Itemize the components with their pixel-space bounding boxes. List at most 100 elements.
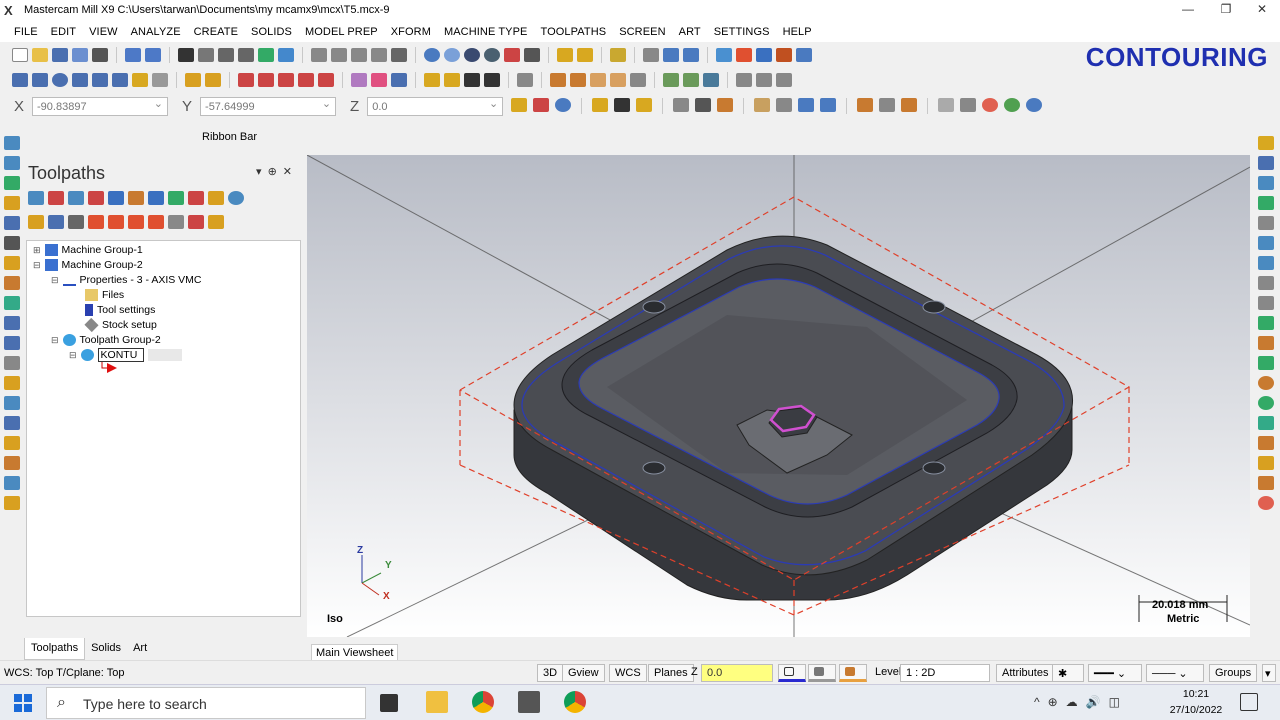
- tree-item-machine-group-2[interactable]: ⊟ Machine Group-2: [33, 259, 143, 271]
- shading-icon[interactable]: [464, 48, 480, 62]
- solid-fillet-icon[interactable]: [391, 73, 407, 87]
- solids-manager-icon[interactable]: [4, 156, 20, 170]
- select-all-icon[interactable]: [592, 98, 609, 112]
- view-front-icon[interactable]: [331, 48, 347, 62]
- wireframe-icon[interactable]: [484, 48, 500, 62]
- mill-slot-icon[interactable]: [4, 336, 20, 350]
- menu-xform[interactable]: XFORM: [391, 26, 431, 38]
- surface-loft-icon[interactable]: [550, 73, 566, 87]
- grid-icon[interactable]: [517, 73, 533, 87]
- menu-solids[interactable]: SOLIDS: [251, 26, 292, 38]
- import-icon[interactable]: [1258, 176, 1274, 190]
- toolpath-manager-icon[interactable]: [4, 136, 20, 150]
- surface-revolve-icon[interactable]: [590, 73, 606, 87]
- view-iso-icon[interactable]: [371, 48, 387, 62]
- backplot-icon[interactable]: [756, 48, 772, 62]
- cancel-select-icon[interactable]: [982, 98, 999, 112]
- surface-icon[interactable]: [152, 73, 168, 87]
- window-zoom-icon[interactable]: [198, 48, 214, 62]
- chrome-icon[interactable]: [472, 691, 494, 713]
- menu-help[interactable]: HELP: [783, 26, 812, 38]
- task-view-icon[interactable]: [380, 694, 398, 712]
- menu-edit[interactable]: EDIT: [51, 26, 76, 38]
- circle-icon[interactable]: [52, 73, 68, 87]
- select-help-icon[interactable]: [1026, 98, 1043, 112]
- lock-icon[interactable]: [28, 215, 44, 229]
- menu-settings[interactable]: SETTINGS: [714, 26, 770, 38]
- panel-dropdown-icon[interactable]: ▾: [256, 166, 268, 178]
- color-button[interactable]: [778, 664, 806, 682]
- surface-net-icon[interactable]: [630, 73, 646, 87]
- dimension-icon[interactable]: [424, 73, 440, 87]
- backplot-ops-icon[interactable]: [108, 191, 124, 205]
- solid-extrude-icon[interactable]: [351, 73, 367, 87]
- hidden-line-icon[interactable]: [504, 48, 520, 62]
- fill-select-icon[interactable]: [960, 98, 977, 112]
- tab-toolpaths[interactable]: Toolpaths: [24, 638, 86, 660]
- wcs-button[interactable]: WCS: [609, 664, 647, 682]
- point-icon[interactable]: [12, 73, 28, 87]
- solid-color-button[interactable]: [839, 664, 867, 682]
- panel-close-icon[interactable]: ✕: [283, 166, 298, 178]
- line-icon[interactable]: [32, 73, 48, 87]
- move-up-icon[interactable]: [108, 215, 124, 229]
- notifications-icon[interactable]: [1240, 693, 1258, 711]
- gcode-icon[interactable]: [188, 191, 204, 205]
- surface-color-button[interactable]: [808, 664, 836, 682]
- insert-arrow-marker[interactable]: [101, 362, 119, 374]
- level-dropdown[interactable]: 1 : 2D: [900, 664, 990, 682]
- layers-icon[interactable]: [776, 73, 792, 87]
- rectangle-icon[interactable]: [72, 73, 88, 87]
- zoom-out-icon[interactable]: [238, 48, 254, 62]
- menu-screen[interactable]: SCREEN: [619, 26, 665, 38]
- solid-revolve-icon[interactable]: [371, 73, 387, 87]
- undo-icon[interactable]: [125, 48, 141, 62]
- mill-engrave-icon[interactable]: [4, 296, 20, 310]
- analyze-angle-icon[interactable]: [1258, 356, 1274, 370]
- close-button[interactable]: ✕: [1248, 2, 1276, 20]
- y-coordinate-field[interactable]: -57.64999: [200, 96, 337, 116]
- loop-select-icon[interactable]: [820, 98, 837, 112]
- restore-button[interactable]: ❐: [1212, 2, 1240, 20]
- chrome-icon-2[interactable]: [564, 691, 586, 713]
- highlight-icon[interactable]: [610, 48, 626, 62]
- fast-point-icon[interactable]: [511, 98, 528, 112]
- sphere-icon[interactable]: [444, 48, 460, 62]
- view-dropdown-icon[interactable]: [391, 48, 407, 62]
- mill-trim-icon[interactable]: [4, 436, 20, 450]
- collapse-icon[interactable]: [208, 215, 224, 229]
- attributes-button[interactable]: Attributes: [996, 664, 1055, 682]
- toggle-display-icon[interactable]: [48, 215, 64, 229]
- z-coordinate-field[interactable]: 0.0: [367, 96, 504, 116]
- selection-icon[interactable]: [278, 48, 294, 62]
- mill-drill-icon[interactable]: [4, 216, 20, 230]
- menu-create[interactable]: CREATE: [194, 26, 238, 38]
- stock-icon[interactable]: [736, 48, 752, 62]
- windows-start-icon[interactable]: [14, 694, 32, 712]
- verify-select-icon[interactable]: [938, 98, 955, 112]
- post-ops-icon[interactable]: [168, 191, 184, 205]
- save-icon[interactable]: [1258, 156, 1274, 170]
- export-icon[interactable]: [1258, 196, 1274, 210]
- minimize-button[interactable]: —: [1174, 2, 1202, 20]
- info-icon[interactable]: [683, 48, 699, 62]
- tree-item-stock-setup[interactable]: Stock setup: [84, 317, 157, 333]
- translucency-icon[interactable]: [524, 48, 540, 62]
- xform-mirror-icon[interactable]: [278, 73, 294, 87]
- mill-feature-icon[interactable]: [4, 316, 20, 330]
- menu-analyze[interactable]: ANALYZE: [131, 26, 181, 38]
- surface-ruled-icon[interactable]: [570, 73, 586, 87]
- menu-model-prep[interactable]: MODEL PREP: [305, 26, 378, 38]
- window-select-icon[interactable]: [673, 98, 690, 112]
- mill-thread-icon[interactable]: [4, 356, 20, 370]
- new-file-icon[interactable]: [12, 48, 28, 62]
- selection-mask-icon[interactable]: [636, 98, 653, 112]
- menu-toolpaths[interactable]: TOOLPATHS: [540, 26, 606, 38]
- x-coordinate-field[interactable]: -90.83897: [32, 96, 169, 116]
- select-invalid-icon[interactable]: [48, 191, 64, 205]
- measure-icon[interactable]: [663, 48, 679, 62]
- autocursor-settings-icon[interactable]: [533, 98, 550, 112]
- select-only-icon[interactable]: [614, 98, 631, 112]
- save-as-icon[interactable]: [72, 48, 88, 62]
- file-explorer-icon[interactable]: [426, 691, 448, 713]
